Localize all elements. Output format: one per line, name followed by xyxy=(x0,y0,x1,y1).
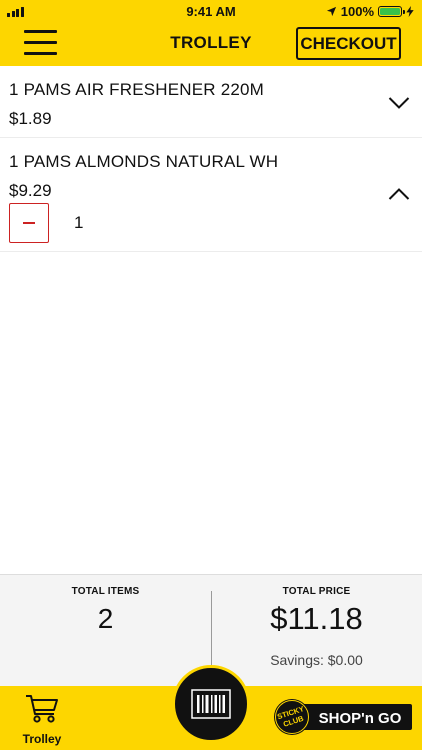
minus-icon xyxy=(23,222,35,224)
status-bar: 9:41 AM 100% xyxy=(0,0,422,22)
checkout-button[interactable]: CHECKOUT xyxy=(296,27,401,60)
shop-n-go-logo: SHOP'n GO STICKY CLUB xyxy=(274,699,412,735)
item-price: $9.29 xyxy=(9,181,52,200)
trolley-item[interactable]: 1 PAMS ALMONDS NATURAL WH $9.29 xyxy=(0,138,422,252)
item-price: $1.89 xyxy=(9,109,52,128)
chevron-up-icon[interactable] xyxy=(388,187,410,201)
savings-text: Savings: $0.00 xyxy=(270,652,363,668)
battery-icon xyxy=(378,6,405,17)
decrease-quantity-button[interactable] xyxy=(9,203,49,243)
charging-bolt-icon xyxy=(406,6,414,17)
item-quantity: 1 xyxy=(74,213,84,232)
total-items-label: TOTAL ITEMS xyxy=(71,586,140,597)
battery-percent: 100% xyxy=(340,4,374,19)
total-price-value: $11.18 xyxy=(270,601,363,636)
tab-trolley-label: Trolley xyxy=(22,732,62,746)
header-bar: 9:41 AM 100% TROLLEY CHECKOUT xyxy=(0,0,422,66)
item-name: 1 PAMS AIR FRESHENER 220M xyxy=(9,80,265,99)
hamburger-menu-icon[interactable] xyxy=(24,30,58,56)
total-items-value: 2 xyxy=(97,603,114,634)
barcode-icon xyxy=(191,689,231,719)
tab-trolley[interactable]: Trolley xyxy=(14,692,70,746)
trolley-item[interactable]: 1 PAMS AIR FRESHENER 220M $1.89 xyxy=(0,66,422,138)
scan-barcode-button[interactable] xyxy=(172,665,250,743)
total-price-label: TOTAL PRICE xyxy=(282,586,351,597)
svg-text:SHOP'n GO: SHOP'n GO xyxy=(319,710,402,727)
cart-icon xyxy=(26,695,58,723)
location-arrow-icon xyxy=(326,6,336,17)
trolley-item-list: 1 PAMS AIR FRESHENER 220M $1.89 1 PAMS A… xyxy=(0,66,422,252)
chevron-down-icon[interactable] xyxy=(388,96,410,110)
item-name: 1 PAMS ALMONDS NATURAL WH xyxy=(9,152,279,171)
